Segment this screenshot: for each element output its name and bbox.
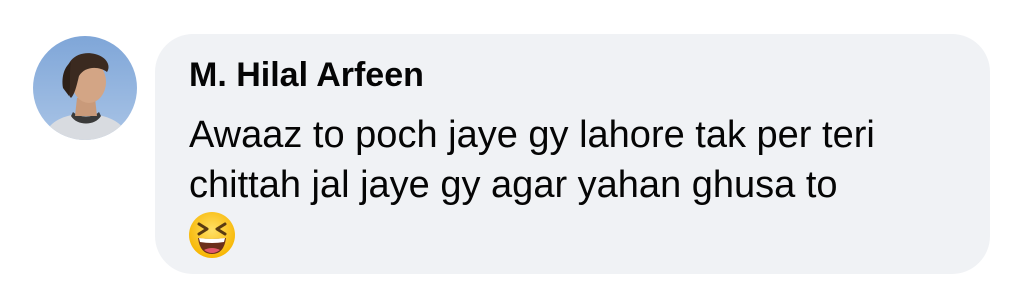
comment-bubble: M. Hilal Arfeen Awaaz to poch jaye gy la… [155, 34, 990, 274]
comment-text: Awaaz to poch jaye gy lahore tak per ter… [189, 110, 979, 210]
comment-author[interactable]: M. Hilal Arfeen [189, 56, 424, 95]
comment-text-line: Awaaz to poch jaye gy lahore tak per ter… [189, 114, 875, 156]
comment-text-line: chittah jal jaye gy agar yahan ghusa to [189, 164, 838, 206]
profile-photo [33, 36, 137, 140]
comment: M. Hilal Arfeen Awaaz to poch jaye gy la… [0, 0, 1024, 286]
avatar[interactable] [33, 36, 137, 140]
laughing-squinting-face-icon [187, 210, 237, 260]
